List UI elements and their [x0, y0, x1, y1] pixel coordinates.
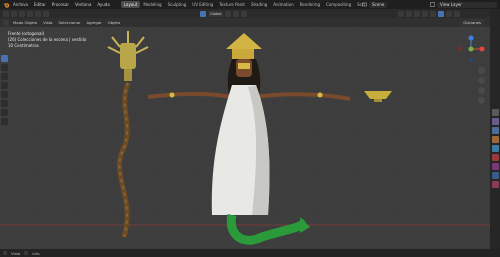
mouse-right-icon — [24, 251, 29, 255]
scene-icon — [362, 2, 367, 7]
measure-tool-icon[interactable] — [1, 118, 8, 125]
menu-ayuda[interactable]: Ayuda — [94, 2, 112, 7]
transform-icon[interactable] — [43, 10, 49, 17]
tab-layout[interactable]: Layout — [120, 1, 141, 8]
material-properties-icon[interactable] — [491, 154, 499, 161]
tab-rendering[interactable]: Rendering — [297, 1, 323, 8]
tool-shelf — [1, 55, 9, 125]
workspace-tabs: Layout Modeling Sculpting UV Editing Tex… — [120, 1, 368, 8]
viewport-view-name: Frente (ortogonal) — [8, 31, 45, 36]
viewport-scale-info: 10 Centímetros — [8, 43, 39, 48]
view-layer-selector[interactable]: View Layer — [430, 1, 497, 8]
menu-objeto[interactable]: Objeto — [105, 20, 124, 25]
xray-icon[interactable] — [422, 10, 429, 17]
status-vista: Vista — [11, 250, 21, 256]
status-info: Info — [32, 250, 40, 256]
editor-type-icon[interactable] — [3, 10, 9, 17]
move-tool-icon[interactable] — [1, 73, 8, 80]
character-object[interactable] — [147, 33, 351, 245]
move-icon[interactable] — [19, 10, 25, 17]
menu-archivo[interactable]: Archivo — [10, 2, 31, 7]
select-tool-icon[interactable] — [1, 55, 8, 62]
scale-tool-icon[interactable] — [1, 91, 8, 98]
staff-object[interactable] — [107, 31, 149, 238]
menu-vista[interactable]: Vista — [40, 20, 55, 25]
view-layer-name-field[interactable]: View Layer — [437, 1, 497, 8]
cursor-icon[interactable] — [11, 10, 17, 17]
scale-icon[interactable] — [35, 10, 41, 17]
shading-material-icon[interactable] — [446, 10, 453, 17]
proportional-edit-icon[interactable] — [241, 10, 248, 17]
texture-properties-icon[interactable] — [491, 181, 499, 188]
tab-uv-editing[interactable]: UV Editing — [189, 1, 216, 8]
options-dropdown[interactable]: Opciones — [460, 19, 484, 26]
rotate-icon[interactable] — [27, 10, 33, 17]
object-mode-icon — [3, 19, 9, 26]
pan-hand-icon[interactable] — [478, 77, 485, 84]
snap-icon[interactable] — [233, 10, 240, 17]
rotate-tool-icon[interactable] — [1, 82, 8, 89]
tab-modeling[interactable]: Modeling — [140, 1, 164, 8]
zoom-icon[interactable] — [478, 67, 485, 74]
object-properties-icon[interactable] — [491, 136, 499, 143]
modifier-properties-icon[interactable] — [491, 145, 499, 152]
orientation-icon[interactable] — [200, 10, 206, 17]
viewport-header-toolbar: Global — [0, 9, 490, 18]
orientation-dropdown[interactable]: Global — [208, 10, 224, 17]
menu-ventana[interactable]: Ventana — [72, 2, 94, 7]
overlay-toggle-icon[interactable] — [414, 10, 421, 17]
tab-sculpting[interactable]: Sculpting — [165, 1, 190, 8]
status-bar: Vista Info — [0, 249, 500, 257]
render-properties-icon[interactable] — [491, 118, 499, 125]
navigation-gizmo[interactable] — [456, 35, 486, 63]
view-layer-icon — [430, 2, 435, 7]
top-menu-bar: Archivo Editar Procesar Ventana Ayuda La… — [0, 0, 500, 9]
shading-rendered-icon[interactable] — [454, 10, 461, 17]
scene-selector[interactable]: Scene — [362, 1, 388, 8]
tab-shading[interactable]: Shading — [248, 1, 270, 8]
blender-logo-icon[interactable] — [2, 1, 10, 8]
cursor-tool-icon[interactable] — [1, 64, 8, 71]
output-properties-icon[interactable] — [491, 127, 499, 134]
scene-name-field[interactable]: Scene — [369, 1, 388, 8]
menu-seleccionar[interactable]: Seleccionar — [56, 20, 84, 25]
pivot-icon[interactable] — [225, 10, 232, 17]
camera-view-icon[interactable] — [478, 87, 485, 94]
mode-menu-bar: Modo Objeto Vista Seleccionar Agregar Ob… — [0, 18, 490, 27]
shading-wireframe-icon[interactable] — [430, 10, 437, 17]
shading-solid-icon[interactable] — [438, 10, 445, 17]
gizmo-toggle-icon[interactable] — [406, 10, 413, 17]
bowl-object[interactable] — [364, 91, 392, 102]
tab-compositing[interactable]: Compositing — [323, 1, 354, 8]
transform-tool-icon[interactable] — [1, 100, 8, 107]
data-properties-icon[interactable] — [491, 163, 499, 170]
tab-texture-paint[interactable]: Texture Paint — [216, 1, 248, 8]
visibility-icon[interactable] — [398, 10, 405, 17]
3d-viewport[interactable]: Frente (ortogonal) (26) Colecciones de l… — [0, 27, 490, 249]
viewport-collection-info: (26) Colecciones de la escena | vestido — [8, 37, 87, 42]
mouse-icon — [3, 251, 7, 255]
constraint-properties-icon[interactable] — [491, 172, 499, 179]
menu-procesar[interactable]: Procesar — [49, 2, 72, 7]
menu-editar[interactable]: Editar — [31, 2, 49, 7]
mode-dropdown[interactable]: Modo Objeto — [10, 20, 40, 25]
properties-tabs — [490, 9, 500, 249]
scene-objects — [107, 31, 392, 245]
annotate-tool-icon[interactable] — [1, 109, 8, 116]
menu-agregar[interactable]: Agregar — [84, 20, 105, 25]
tab-animation[interactable]: Animation — [270, 1, 296, 8]
tool-properties-icon[interactable] — [491, 109, 499, 116]
grid-perspective-icon[interactable] — [478, 97, 485, 104]
